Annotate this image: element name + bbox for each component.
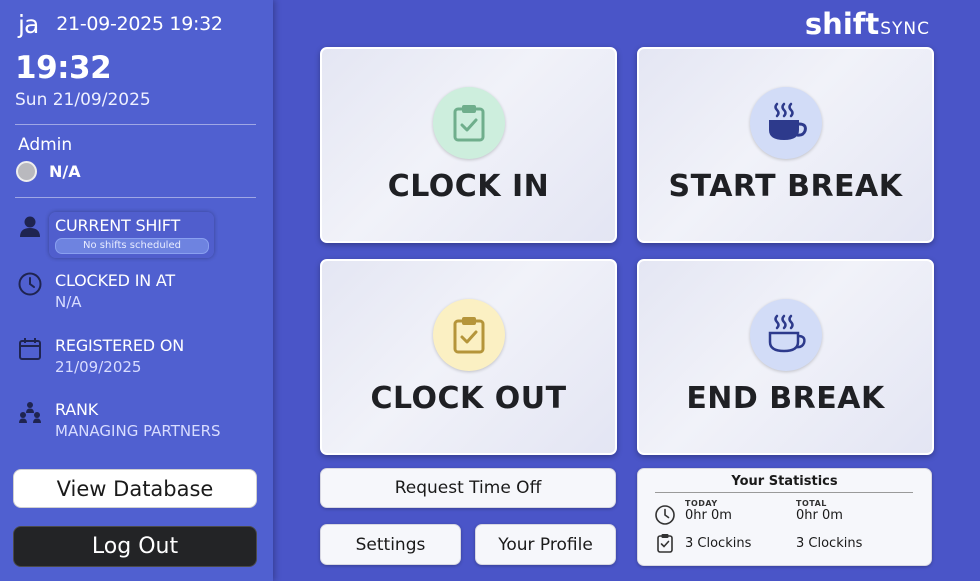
total-hours: 0hr 0m xyxy=(796,508,843,523)
end-break-button[interactable]: END BREAK xyxy=(637,259,934,455)
clock-in-button[interactable]: CLOCK IN xyxy=(320,47,617,243)
current-date: Sun 21/09/2025 xyxy=(15,90,151,110)
clipboard-check-icon xyxy=(453,317,484,354)
status-indicator xyxy=(16,161,37,182)
your-profile-button[interactable]: Your Profile xyxy=(475,524,616,565)
start-break-icon-circle xyxy=(749,87,822,159)
coffee-cup-icon xyxy=(768,102,807,140)
start-break-button[interactable]: START BREAK xyxy=(637,47,934,243)
clock-icon xyxy=(655,505,675,525)
end-break-label: END BREAK xyxy=(686,381,885,416)
total-caption: TOTAL xyxy=(796,499,827,508)
settings-button[interactable]: Settings xyxy=(320,524,461,565)
rank-row: RANK MANAGING PARTNERS xyxy=(17,400,221,442)
header-datetime: 21-09-2025 19:32 xyxy=(56,13,223,35)
brand-logo: shift SYNC xyxy=(805,7,930,41)
rank-label: RANK xyxy=(55,400,99,419)
clipboard-check-icon xyxy=(657,534,673,553)
statistics-title: Your Statistics xyxy=(731,474,838,489)
clocked-in-value: N/A xyxy=(55,293,82,311)
status-text: N/A xyxy=(49,162,81,181)
registered-value: 21/09/2025 xyxy=(55,358,142,376)
clock-in-label: CLOCK IN xyxy=(387,169,550,204)
start-break-label: START BREAK xyxy=(668,169,903,204)
current-shift-card: CURRENT SHIFT No shifts scheduled xyxy=(49,212,214,258)
brand-name: shift xyxy=(804,7,880,41)
user-role: Admin xyxy=(18,135,73,155)
end-break-icon-circle xyxy=(749,299,822,371)
clocked-in-label: CLOCKED IN AT xyxy=(55,271,175,290)
clock-out-button[interactable]: CLOCK OUT xyxy=(320,259,617,455)
sidebar-header: ja 21-09-2025 19:32 xyxy=(18,9,223,39)
clipboard-check-icon xyxy=(453,105,484,142)
divider xyxy=(15,197,256,198)
total-clockins: 3 Clockins xyxy=(796,536,863,551)
view-database-button[interactable]: View Database xyxy=(13,469,257,508)
rank-value: MANAGING PARTNERS xyxy=(55,422,221,440)
clock-in-icon-circle xyxy=(432,87,505,159)
registered-label: REGISTERED ON xyxy=(55,336,184,355)
app-logo: ja xyxy=(18,9,39,39)
current-time: 19:32 xyxy=(15,50,112,86)
today-hours: 0hr 0m xyxy=(685,508,732,523)
brand-suffix: SYNC xyxy=(880,19,930,39)
current-shift-label: CURRENT SHIFT xyxy=(55,216,181,235)
divider xyxy=(15,124,256,125)
statistics-divider xyxy=(655,492,913,493)
sidebar: ja 21-09-2025 19:32 19:32 Sun 21/09/2025… xyxy=(0,0,273,581)
registered-row: REGISTERED ON 21/09/2025 xyxy=(17,336,184,378)
clock-out-icon-circle xyxy=(432,299,505,371)
person-icon xyxy=(20,216,40,237)
statistics-panel: Your Statistics TODAY 0hr 0m 3 Clockins … xyxy=(637,468,932,566)
shift-status-badge: No shifts scheduled xyxy=(55,238,209,254)
logout-button[interactable]: Log Out xyxy=(13,526,257,567)
today-clockins: 3 Clockins xyxy=(685,536,752,551)
coffee-cup-outline-icon xyxy=(768,314,806,353)
status-row: N/A xyxy=(16,161,81,182)
hierarchy-icon xyxy=(19,402,41,423)
request-time-off-button[interactable]: Request Time Off xyxy=(320,468,616,508)
clock-out-label: CLOCK OUT xyxy=(370,381,567,416)
calendar-icon xyxy=(19,338,41,360)
today-caption: TODAY xyxy=(685,499,718,508)
clock-icon xyxy=(18,272,42,296)
clocked-in-row: CLOCKED IN AT N/A xyxy=(17,271,175,313)
